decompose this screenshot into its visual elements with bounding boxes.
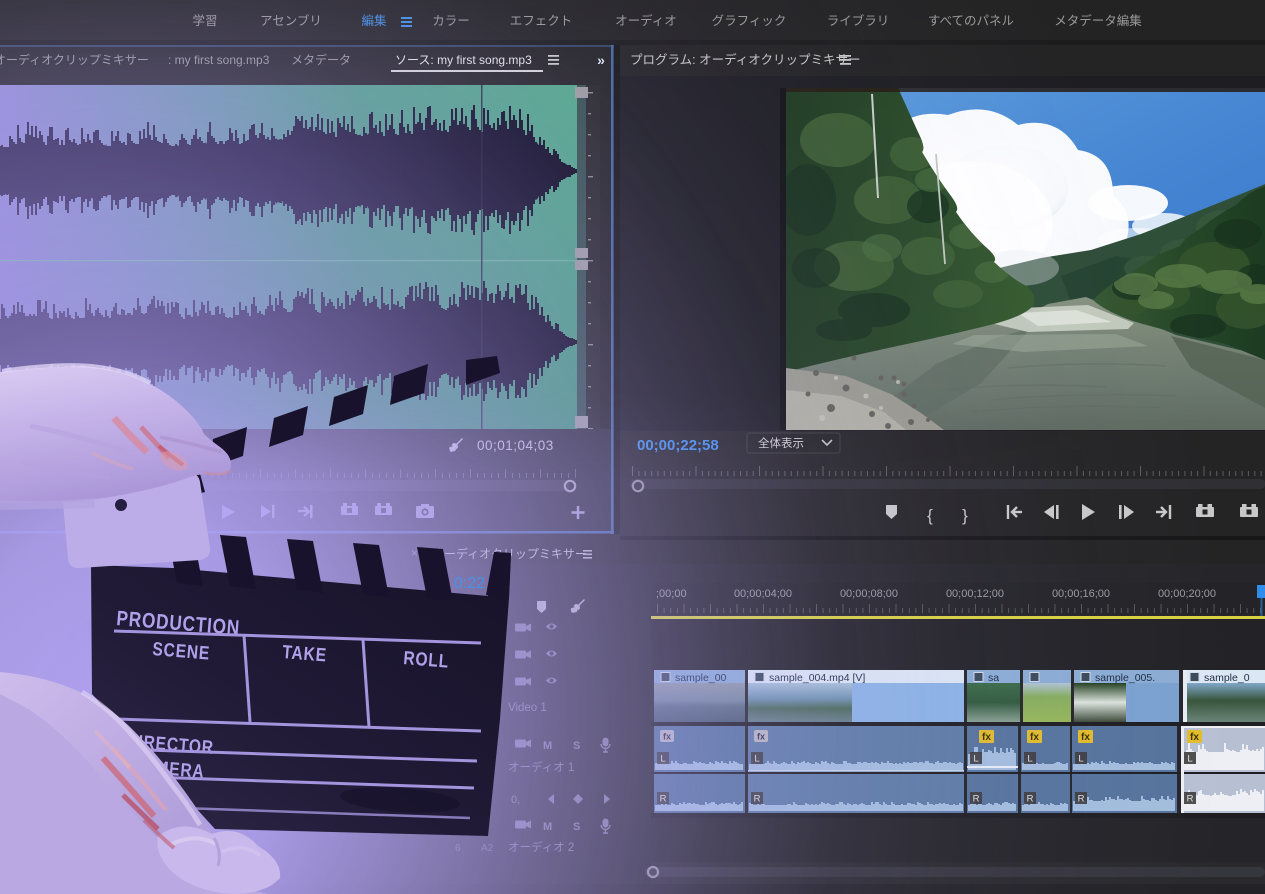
svg-text:SCENE: SCENE — [152, 638, 211, 664]
svg-text:0:22: 0:22 — [454, 575, 485, 592]
svg-text:TAKE: TAKE — [282, 641, 328, 666]
svg-text:ROLL: ROLL — [403, 647, 450, 672]
